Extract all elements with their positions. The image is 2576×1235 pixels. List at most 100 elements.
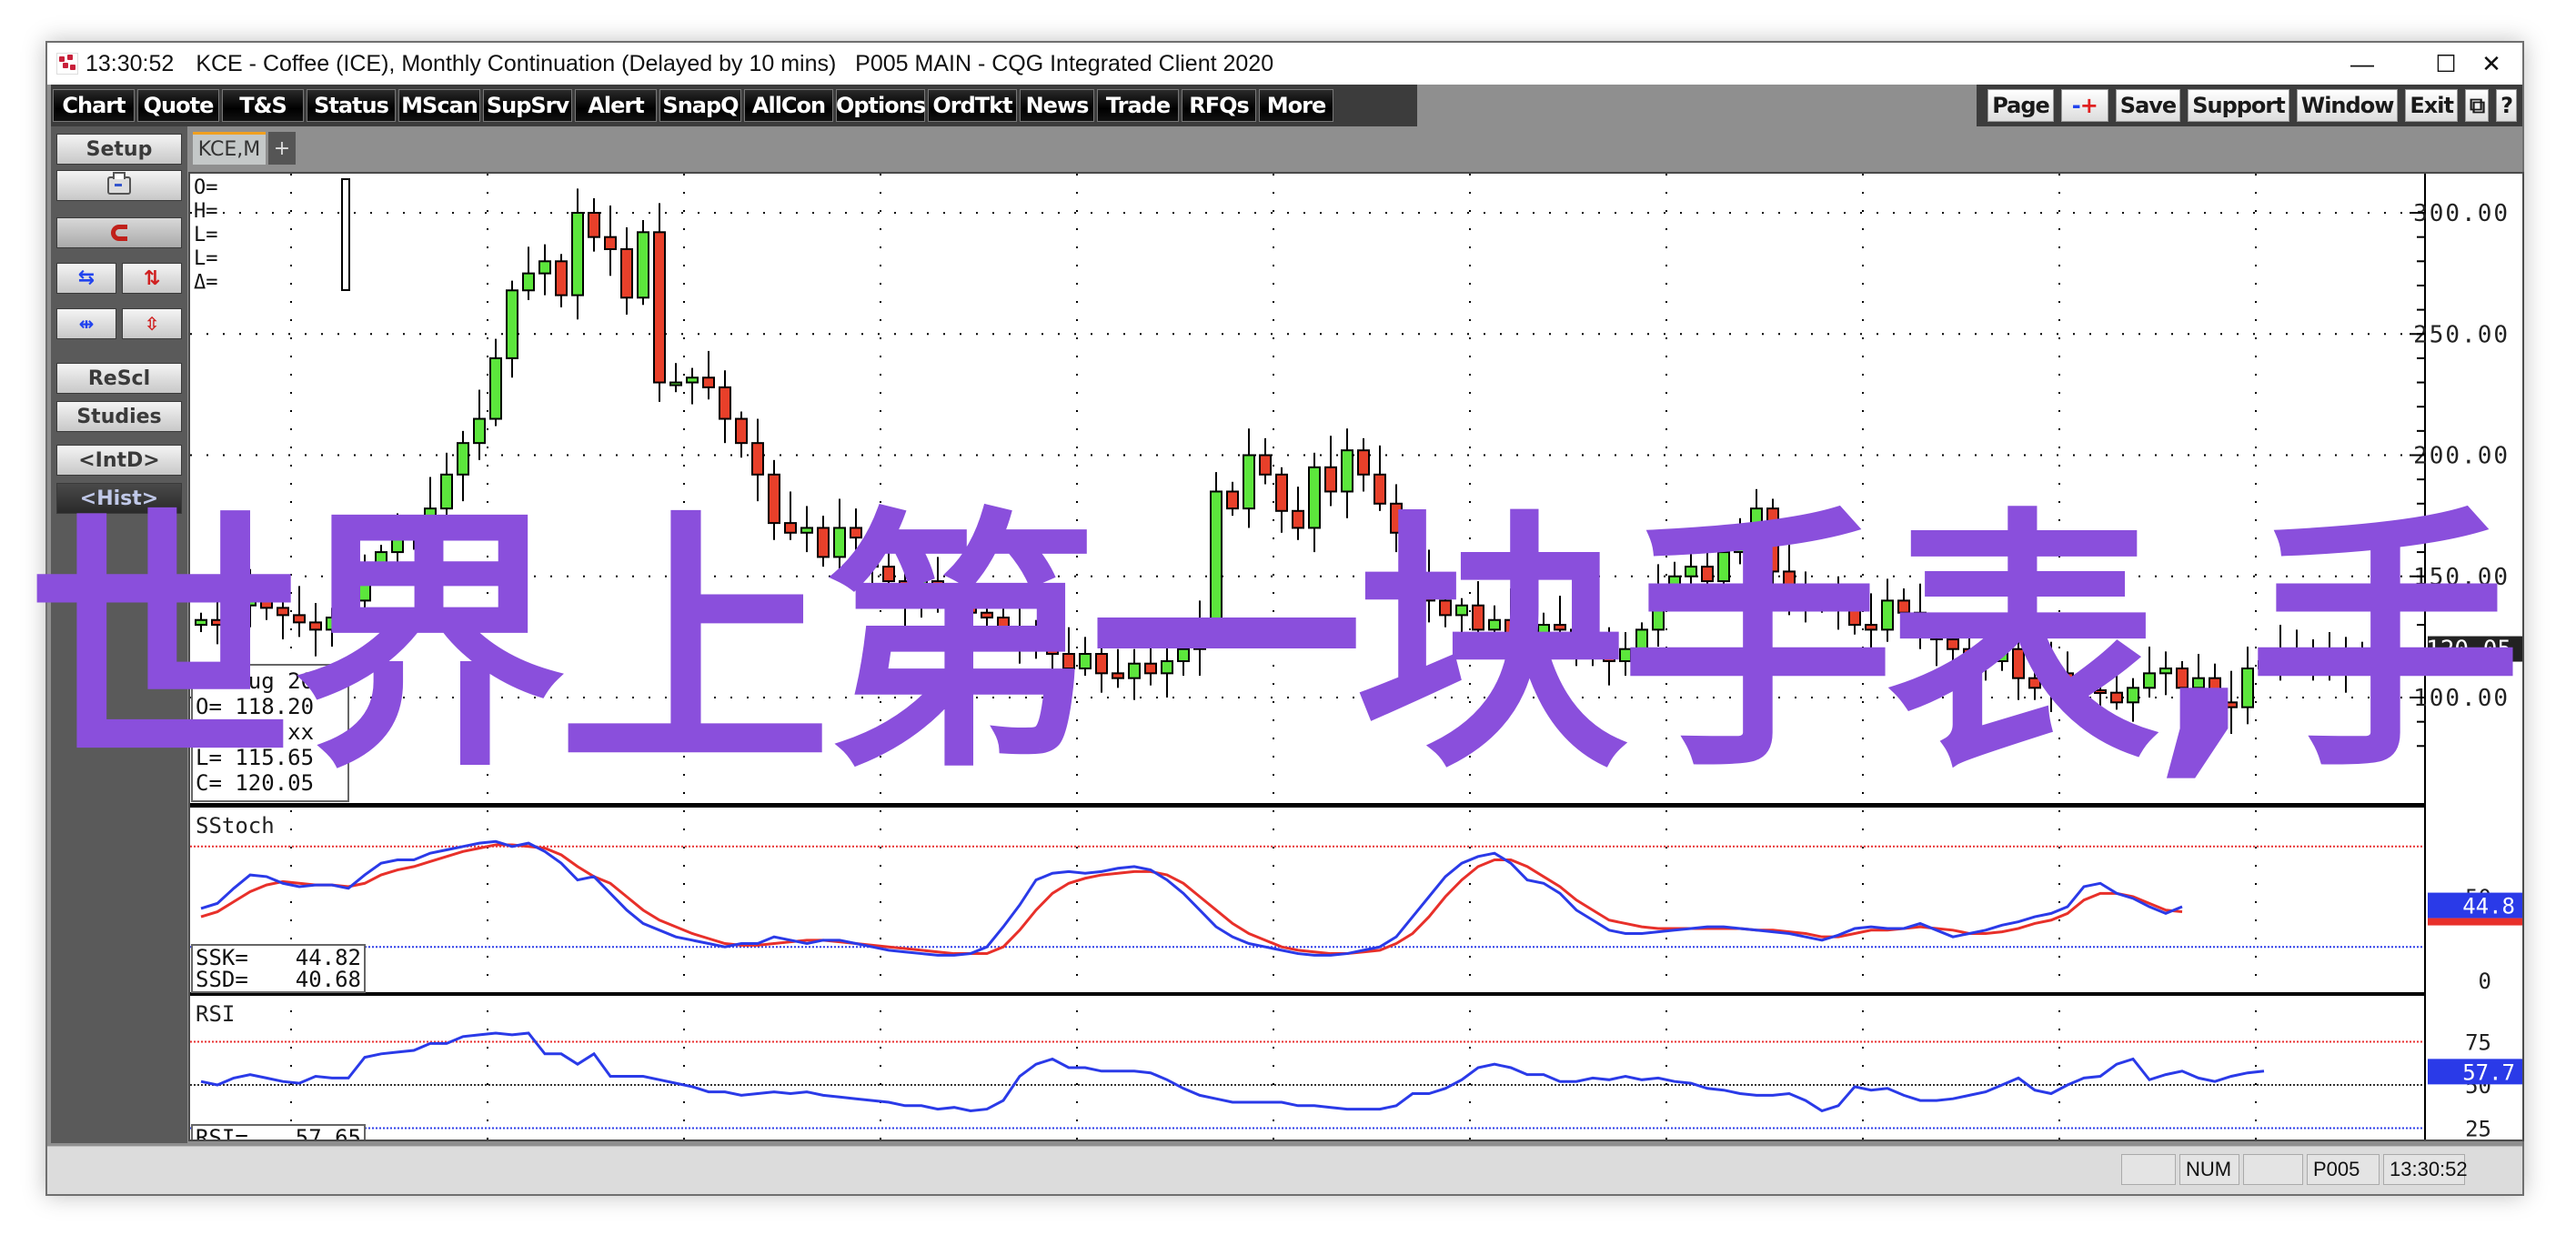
- panel-divider-stoch: [190, 992, 2424, 996]
- compress-horizontal-icon: ⇹: [78, 313, 95, 335]
- candle-down: [277, 607, 289, 617]
- sstoch-title: SStoch: [196, 813, 275, 838]
- status-bar: NUM P005 13:30:52: [47, 1146, 2522, 1194]
- tab-kce-m[interactable]: KCE,M: [193, 132, 266, 165]
- candle-down: [1357, 449, 1370, 476]
- scroll-horizontal-button[interactable]: ⇆: [56, 263, 116, 294]
- ssk-line: [200, 839, 2183, 957]
- window-time: 13:30:52: [86, 50, 175, 76]
- candle-up: [1717, 551, 1730, 583]
- historical-button[interactable]: <Hist>: [56, 483, 182, 514]
- toolbar-supsrv-button[interactable]: SupSrv: [483, 89, 572, 122]
- candle-up: [1996, 648, 2008, 663]
- candle-up: [1881, 599, 1894, 631]
- toolbar-window-button[interactable]: Window: [2296, 89, 2399, 122]
- toolbar-more-button[interactable]: More: [1259, 89, 1333, 122]
- candle-up: [2356, 648, 2369, 656]
- toolbar-chart-button[interactable]: Chart: [53, 89, 135, 122]
- candle-up: [522, 272, 535, 292]
- toolbar-help-button[interactable]: ?: [2496, 89, 2517, 122]
- candle-up: [1177, 648, 1190, 663]
- toolbar-left: Chart Quote T&S Status MScan SupSrv Alert SnapQ…: [51, 85, 1417, 126]
- candle-up: [2258, 660, 2270, 670]
- candle-up: [1341, 449, 1353, 493]
- toolbar-ts-button[interactable]: T&S: [222, 89, 304, 122]
- sstoch-tick-0: 0: [2479, 969, 2491, 994]
- toolbar-news-button[interactable]: News: [1020, 89, 1094, 122]
- toolbar-quote-button[interactable]: Quote: [137, 89, 219, 122]
- toolbar-alert-button[interactable]: Alert: [575, 89, 657, 122]
- candle-down: [1112, 672, 1124, 679]
- print-button[interactable]: [56, 170, 182, 201]
- candle-down: [1259, 454, 1272, 476]
- candle-down: [1226, 490, 1239, 510]
- candle-down: [1390, 502, 1403, 534]
- intraday-button[interactable]: <IntD>: [56, 445, 182, 476]
- setup-button[interactable]: Setup: [56, 134, 182, 165]
- candle-down: [1979, 653, 1992, 663]
- rsi-title: RSI: [196, 1001, 235, 1027]
- candle-down: [1046, 643, 1059, 656]
- candle-down: [1586, 643, 1599, 656]
- candle-down: [964, 599, 977, 614]
- toolbar-save-button[interactable]: Save: [2115, 89, 2181, 122]
- toolbar-ordtkt-button[interactable]: OrdTkt: [928, 89, 1017, 122]
- toolbar-support-button[interactable]: Support: [2188, 89, 2289, 122]
- candle-up: [1619, 648, 1632, 663]
- candle-up: [1079, 653, 1092, 670]
- candle-up: [1537, 624, 1550, 650]
- toolbar-restore-button[interactable]: ⧉: [2464, 89, 2490, 122]
- candle-down: [1423, 575, 1435, 602]
- rsi-readout-label: RSI=: [196, 1125, 248, 1140]
- toolbar-status-button[interactable]: Status: [307, 89, 396, 122]
- cursor-info-label: Δ=: [194, 271, 218, 294]
- candle-up: [2127, 687, 2139, 704]
- toolbar-trade-button[interactable]: Trade: [1097, 89, 1179, 122]
- window-title: KCE - Coffee (ICE), Monthly Continuation…: [196, 50, 1274, 76]
- candle-down: [1439, 599, 1452, 617]
- add-tab-button[interactable]: +: [268, 132, 296, 165]
- candle-up: [1308, 466, 1321, 529]
- candle-down: [1144, 662, 1157, 675]
- candle-up: [686, 377, 699, 384]
- candle-down: [1865, 624, 1877, 631]
- ssd-line: [200, 843, 2183, 956]
- candle-down: [1504, 618, 1517, 638]
- toolbar-rfqs-button[interactable]: RFQs: [1182, 89, 1256, 122]
- candle-down: [1832, 599, 1845, 612]
- toolbar-zoom-button[interactable]: - +: [2060, 89, 2108, 122]
- chart-area[interactable]: 300.00250.00200.00150.00100.002010201120…: [188, 172, 2524, 1141]
- minimize-button[interactable]: —: [2321, 43, 2403, 85]
- candle-down: [1095, 653, 1108, 675]
- close-button[interactable]: ✕: [2450, 43, 2532, 85]
- rsi-tick-75: 75: [2465, 1030, 2491, 1056]
- candle-up: [2159, 668, 2172, 675]
- scroll-vertical-button[interactable]: ⇅: [122, 263, 182, 294]
- candle-up: [1750, 507, 1763, 548]
- candle-down: [702, 377, 715, 388]
- studies-button[interactable]: Studies: [56, 401, 182, 432]
- compress-vertical-button[interactable]: ⇳: [122, 308, 182, 339]
- candle-down: [1963, 648, 1976, 656]
- candle-up: [1668, 575, 1681, 590]
- rescale-button[interactable]: ReScl: [56, 363, 182, 394]
- candle-down: [555, 260, 568, 296]
- chart-svg[interactable]: 300.00250.00200.00150.00100.002010201120…: [190, 174, 2522, 1140]
- sstoch-readout-label: SSD=: [196, 967, 248, 992]
- toolbar-snapq-button[interactable]: SnapQ: [659, 89, 741, 122]
- toolbar-allcon-button[interactable]: AllCon: [744, 89, 833, 122]
- candle-down: [2307, 648, 2319, 660]
- compress-horizontal-button[interactable]: ⇹: [56, 308, 116, 339]
- main-toolbar: Chart Quote T&S Status MScan SupSrv Alert SnapQ…: [47, 85, 2522, 126]
- toolbar-mscan-button[interactable]: MScan: [398, 89, 480, 122]
- toolbar-exit-button[interactable]: Exit: [2405, 89, 2458, 122]
- candle-down: [1013, 628, 1026, 641]
- toolbar-page-button[interactable]: Page: [1987, 89, 2054, 122]
- toolbar-options-button[interactable]: Options: [836, 89, 926, 122]
- candle-down: [2078, 682, 2090, 692]
- candle-down: [1472, 604, 1484, 631]
- magnet-button[interactable]: [56, 217, 182, 248]
- candle-down: [1930, 633, 1943, 641]
- candle-down: [1275, 473, 1288, 512]
- candle-down: [604, 236, 617, 250]
